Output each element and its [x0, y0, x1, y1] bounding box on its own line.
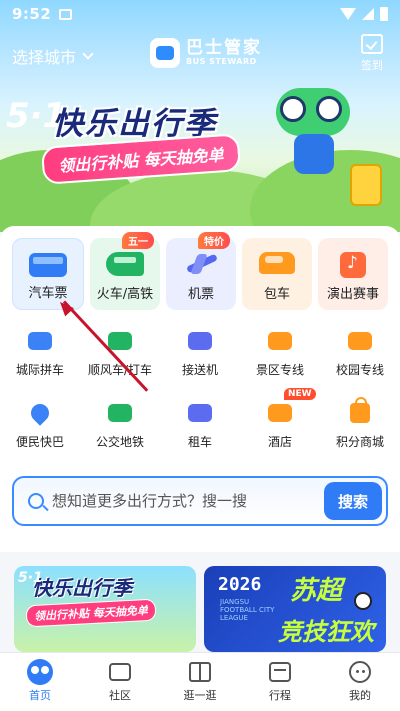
metro-icon — [104, 398, 136, 428]
service-label: 景区专线 — [255, 363, 304, 377]
service-label: 校园专线 — [335, 363, 384, 377]
service-label: 机票 — [187, 287, 214, 302]
promo-subtitle: 领出行补贴 每天抽免单 — [25, 598, 157, 628]
tab-label: 我的 — [349, 689, 371, 702]
battery-icon — [380, 7, 388, 21]
community-icon — [107, 660, 133, 684]
tab-home[interactable]: 首页 — [0, 653, 80, 711]
service-car-rental[interactable]: 租车 — [160, 398, 240, 456]
checkin-button[interactable]: 签到 — [358, 34, 386, 73]
promo-badge: 特价 — [198, 232, 230, 249]
airport-shuttle-icon — [184, 326, 216, 356]
shopping-bag-icon — [344, 397, 376, 428]
service-bus-ticket[interactable]: 汽车票 — [12, 238, 84, 310]
hero-banner[interactable]: 9:52 选择城市 巴士管家 BUS STEWARD 签到 5·1 快乐出行季 … — [0, 0, 400, 232]
tab-browse[interactable]: 逛一逛 — [160, 653, 240, 711]
service-label: 租车 — [187, 435, 212, 449]
sub-services-grid: 城际拼车 顺风车/打车 接送机 景区专线 校园专线 便民快巴 公交地铁 租车 N… — [0, 326, 400, 456]
car-icon — [259, 252, 295, 274]
bus-icon — [29, 253, 67, 277]
tab-profile[interactable]: 我的 — [320, 653, 400, 711]
service-scenic-line[interactable]: 景区专线 — [240, 326, 320, 384]
search-bar: 搜索 — [12, 476, 388, 526]
search-button[interactable]: 搜索 — [324, 482, 382, 520]
plane-icon — [184, 252, 218, 274]
suitcase-illustration — [350, 164, 382, 206]
service-flight-ticket[interactable]: 特价 机票 — [166, 232, 236, 310]
main-services-row: 汽车票 五一 火车/高铁 特价 机票 包车 演出赛事 — [12, 232, 388, 310]
service-airport-shuttle[interactable]: 接送机 — [160, 326, 240, 384]
service-label: 公交地铁 — [95, 435, 144, 449]
service-label: 接送机 — [181, 363, 218, 377]
scenic-gate-icon — [264, 326, 296, 356]
app-header: 选择城市 巴士管家 BUS STEWARD 签到 — [0, 34, 400, 78]
service-label: 城际拼车 — [15, 363, 64, 377]
campus-bus-icon — [344, 326, 376, 356]
home-icon — [27, 659, 53, 685]
service-label: 包车 — [263, 287, 290, 302]
service-label: 演出赛事 — [326, 287, 379, 302]
service-campus-line[interactable]: 校园专线 — [320, 326, 400, 384]
promo-title: 快乐出行季 — [32, 576, 132, 600]
service-label: 便民快巴 — [15, 435, 64, 449]
service-train-ticket[interactable]: 五一 火车/高铁 — [90, 232, 160, 310]
tab-label: 首页 — [29, 689, 51, 702]
status-time: 9:52 — [12, 5, 52, 23]
hotel-icon — [264, 398, 296, 428]
music-icon — [340, 252, 366, 278]
city-selector[interactable]: 选择城市 — [12, 44, 94, 68]
promo-card-football-league[interactable]: 2026 JIANGSU FOOTBALL CITY LEAGUE 苏超 竞技狂… — [204, 566, 386, 652]
bus-logo-icon — [150, 38, 180, 68]
car-icon — [24, 326, 56, 356]
promo-title-bottom: 竞技狂欢 — [278, 618, 374, 646]
tab-itinerary[interactable]: 行程 — [240, 653, 320, 711]
service-label: 火车/高铁 — [96, 287, 154, 302]
service-convenience-bus[interactable]: 便民快巴 — [0, 398, 80, 456]
tab-label: 行程 — [269, 689, 291, 702]
service-label: 积分商城 — [335, 435, 384, 449]
train-icon — [106, 252, 144, 276]
tab-label: 逛一逛 — [183, 689, 217, 702]
tab-label: 社区 — [109, 689, 131, 702]
service-points-mall[interactable]: 积分商城 — [320, 397, 400, 456]
app-logo: 巴士管家 BUS STEWARD — [150, 38, 262, 68]
status-bar: 9:52 — [0, 0, 400, 28]
service-intercity-carpool[interactable]: 城际拼车 — [0, 326, 80, 384]
promo-card-travel-season[interactable]: 快乐出行季 领出行补贴 每天抽免单 5·1 — [14, 566, 196, 652]
service-hotel[interactable]: NEW 酒店 — [240, 388, 320, 456]
search-icon — [28, 493, 44, 509]
promo-league: JIANGSU FOOTBALL CITY LEAGUE — [220, 598, 275, 622]
service-label: 酒店 — [267, 435, 292, 449]
profile-icon — [347, 660, 373, 684]
service-label: 汽车票 — [28, 286, 68, 301]
search-input[interactable] — [52, 492, 324, 510]
city-label: 选择城市 — [12, 48, 77, 67]
wifi-icon — [340, 8, 356, 20]
image-notification-icon — [59, 8, 73, 20]
promo-prefix: 5·1 — [18, 570, 43, 586]
bottom-tab-bar: 首页 社区 逛一逛 行程 我的 — [0, 652, 400, 711]
tab-community[interactable]: 社区 — [80, 653, 160, 711]
logo-text-en: BUS STEWARD — [186, 57, 257, 66]
service-events[interactable]: 演出赛事 — [318, 238, 388, 310]
gift-icon — [187, 660, 213, 684]
football-icon — [354, 592, 372, 610]
location-pin-icon — [24, 398, 56, 428]
promo-title-top: 苏超 — [290, 576, 343, 606]
chevron-down-icon — [82, 48, 94, 60]
calendar-check-icon — [361, 34, 383, 54]
itinerary-icon — [267, 660, 293, 684]
service-transit[interactable]: 公交地铁 — [80, 398, 160, 456]
service-charter[interactable]: 包车 — [242, 238, 312, 310]
frog-mascot-illustration — [270, 88, 356, 178]
logo-text-cn: 巴士管家 — [186, 38, 262, 58]
rental-car-icon — [184, 398, 216, 428]
promo-year: 2026 — [218, 574, 262, 595]
promo-badge: 五一 — [122, 232, 154, 249]
checkin-label: 签到 — [361, 59, 383, 72]
services-card: 汽车票 五一 火车/高铁 特价 机票 包车 演出赛事 城际拼车 顺风车/打车 — [0, 226, 400, 552]
signal-icon — [362, 8, 374, 20]
